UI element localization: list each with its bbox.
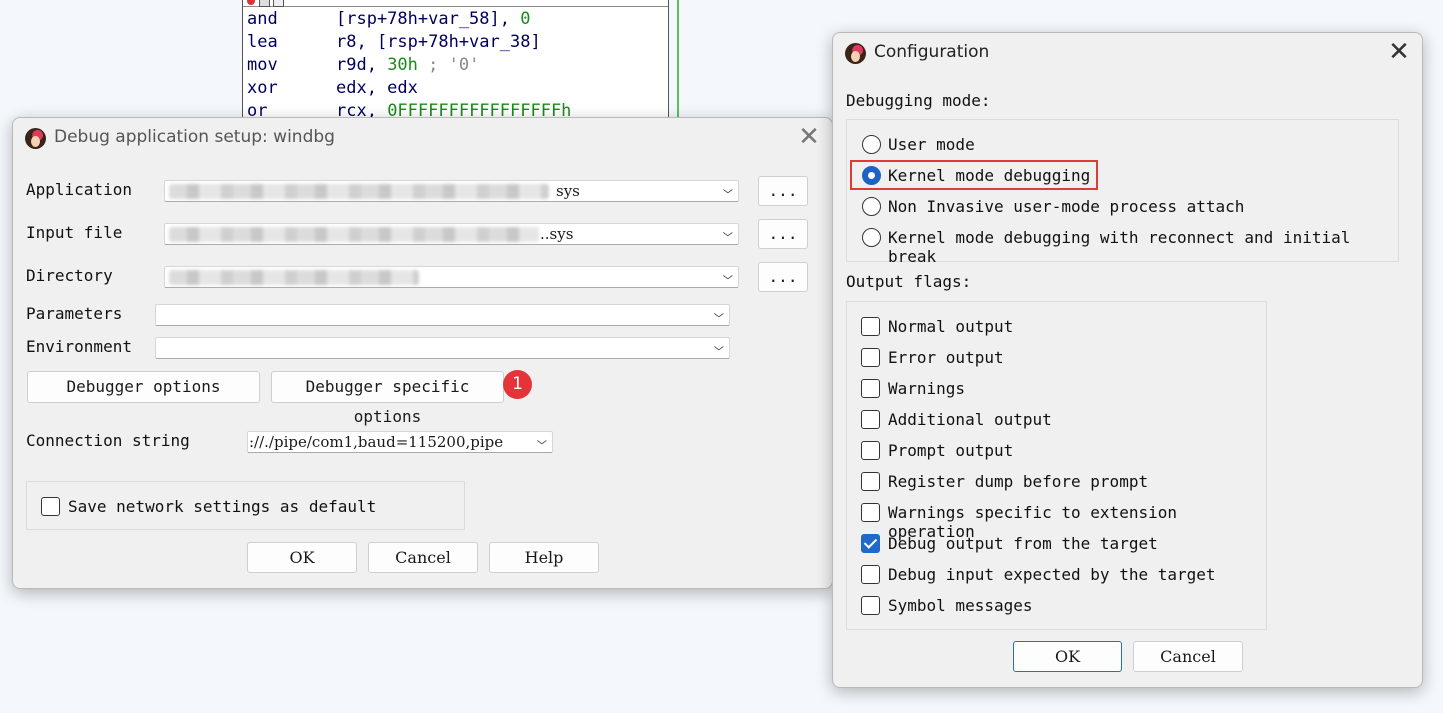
- flag-label: Debug input expected by the target: [888, 565, 1216, 584]
- flag-checkbox[interactable]: [861, 441, 880, 460]
- chevron-down-icon: ⌵: [722, 182, 734, 197]
- parameters-label: Parameters: [26, 304, 123, 323]
- radio-non-invasive[interactable]: [862, 197, 881, 216]
- directory-browse-button[interactable]: ...: [758, 262, 808, 292]
- flag-checkbox[interactable]: [861, 410, 880, 429]
- debug-setup-dialog: Debug application setup: windbg ✕ Applic…: [12, 117, 833, 589]
- radio-kernel-reconnect[interactable]: [862, 228, 881, 247]
- directory-label: Directory: [26, 266, 113, 285]
- flag-label: Normal output: [888, 317, 1014, 336]
- ok-button[interactable]: OK: [1013, 641, 1122, 672]
- flag-label: Warnings: [888, 379, 966, 398]
- connection-string-label: Connection string: [26, 431, 190, 450]
- flag-label: Register dump before prompt: [888, 472, 1149, 491]
- application-value: sys: [556, 182, 580, 200]
- highlight-box: [850, 160, 1098, 190]
- help-button[interactable]: Help: [489, 542, 599, 573]
- dialog-title: Configuration: [874, 42, 990, 62]
- mode-label: User mode: [888, 135, 975, 154]
- application-combo[interactable]: sys ⌵: [164, 180, 739, 202]
- connection-string-value: ://./pipe/com1,baud=115200,pipe: [249, 433, 504, 451]
- code-line: mov r9d, 30h ; '0': [247, 55, 480, 75]
- flag-checkbox[interactable]: [861, 565, 880, 584]
- chevron-down-icon: ⌵: [722, 268, 734, 283]
- flag-label: Debug output from the target: [888, 534, 1158, 553]
- disassembly-listing: and [rsp+78h+var_58], 0 lea r8, [rsp+78h+v…: [242, 0, 669, 118]
- parameters-combo[interactable]: ⌵: [155, 304, 730, 326]
- code-line: lea r8, [rsp+78h+var_38]: [247, 32, 541, 52]
- debugger-specific-options-button[interactable]: Debugger specific options: [271, 371, 504, 426]
- flag-label: Error output: [888, 348, 1004, 367]
- application-browse-button[interactable]: ...: [758, 176, 808, 206]
- flag-checkbox-checked[interactable]: [861, 534, 880, 553]
- annotation-badge: 1: [503, 370, 532, 399]
- cancel-button[interactable]: Cancel: [368, 542, 478, 573]
- redacted-text: [169, 184, 549, 199]
- chevron-down-icon: ⌵: [713, 339, 725, 354]
- cancel-button[interactable]: Cancel: [1133, 641, 1243, 672]
- title-bar[interactable]: Configuration ✕: [833, 33, 1422, 71]
- radio-user-mode[interactable]: [862, 135, 881, 154]
- flag-checkbox[interactable]: [861, 348, 880, 367]
- configuration-dialog: Configuration ✕ Debugging mode: User mod…: [832, 32, 1423, 688]
- mode-label: Non Invasive user-mode process attach: [888, 197, 1245, 216]
- code-line: xor edx, edx: [247, 78, 418, 98]
- output-flags-group: Normal output Error output Warnings Addi…: [846, 301, 1267, 630]
- redacted-text: [169, 270, 419, 285]
- flag-label: Additional output: [888, 410, 1052, 429]
- input-file-label: Input file: [26, 223, 123, 242]
- flag-checkbox[interactable]: [861, 317, 880, 336]
- chevron-down-icon: ⌵: [713, 306, 725, 321]
- application-label: Application: [26, 180, 132, 199]
- environment-combo[interactable]: ⌵: [155, 337, 730, 359]
- environment-label: Environment: [26, 337, 132, 356]
- code-line: and [rsp+78h+var_58], 0: [247, 9, 531, 29]
- code-line: or rcx, 0FFFFFFFFFFFFFFFFh: [247, 101, 572, 118]
- mode-label: Kernel mode debugging with reconnect and…: [888, 228, 1351, 266]
- window-edge: [677, 0, 679, 118]
- flag-label: Symbol messages: [888, 596, 1033, 615]
- input-file-combo[interactable]: ..sys ⌵: [164, 223, 739, 245]
- debugger-options-button[interactable]: Debugger options: [27, 371, 260, 403]
- output-flags-label: Output flags:: [846, 272, 972, 291]
- title-bar[interactable]: Debug application setup: windbg ✕: [13, 118, 832, 156]
- flag-checkbox[interactable]: [861, 503, 880, 522]
- ok-button[interactable]: OK: [247, 542, 357, 573]
- directory-combo[interactable]: ⌵: [164, 266, 739, 288]
- chevron-down-icon: ⌵: [722, 225, 734, 240]
- connection-string-combo[interactable]: ://./pipe/com1,baud=115200,pipe ⌵: [247, 431, 553, 453]
- flag-checkbox[interactable]: [861, 596, 880, 615]
- redacted-text: [169, 227, 539, 242]
- flag-checkbox[interactable]: [861, 472, 880, 491]
- dialog-title: Debug application setup: windbg: [54, 127, 335, 147]
- app-logo-icon: [25, 128, 46, 149]
- debugging-mode-label: Debugging mode:: [846, 91, 991, 110]
- close-icon[interactable]: ✕: [1384, 37, 1414, 67]
- close-icon[interactable]: ✕: [794, 122, 824, 152]
- close-dot-icon: [247, 0, 255, 5]
- listing-toolbar: [243, 0, 668, 7]
- chevron-down-icon: ⌵: [536, 433, 548, 448]
- debugging-mode-group: User mode Kernel mode debugging Non Inva…: [846, 119, 1399, 266]
- window-icon: [273, 0, 284, 7]
- input-file-browse-button[interactable]: ...: [758, 219, 808, 249]
- flag-label: Prompt output: [888, 441, 1014, 460]
- flag-checkbox[interactable]: [861, 379, 880, 398]
- input-file-value: ..sys: [540, 225, 574, 243]
- app-logo-icon: [845, 43, 866, 64]
- save-network-label: Save network settings as default: [68, 497, 377, 516]
- window-icon: [259, 0, 270, 7]
- save-network-checkbox[interactable]: [41, 497, 60, 516]
- network-settings-group: Save network settings as default: [26, 481, 465, 530]
